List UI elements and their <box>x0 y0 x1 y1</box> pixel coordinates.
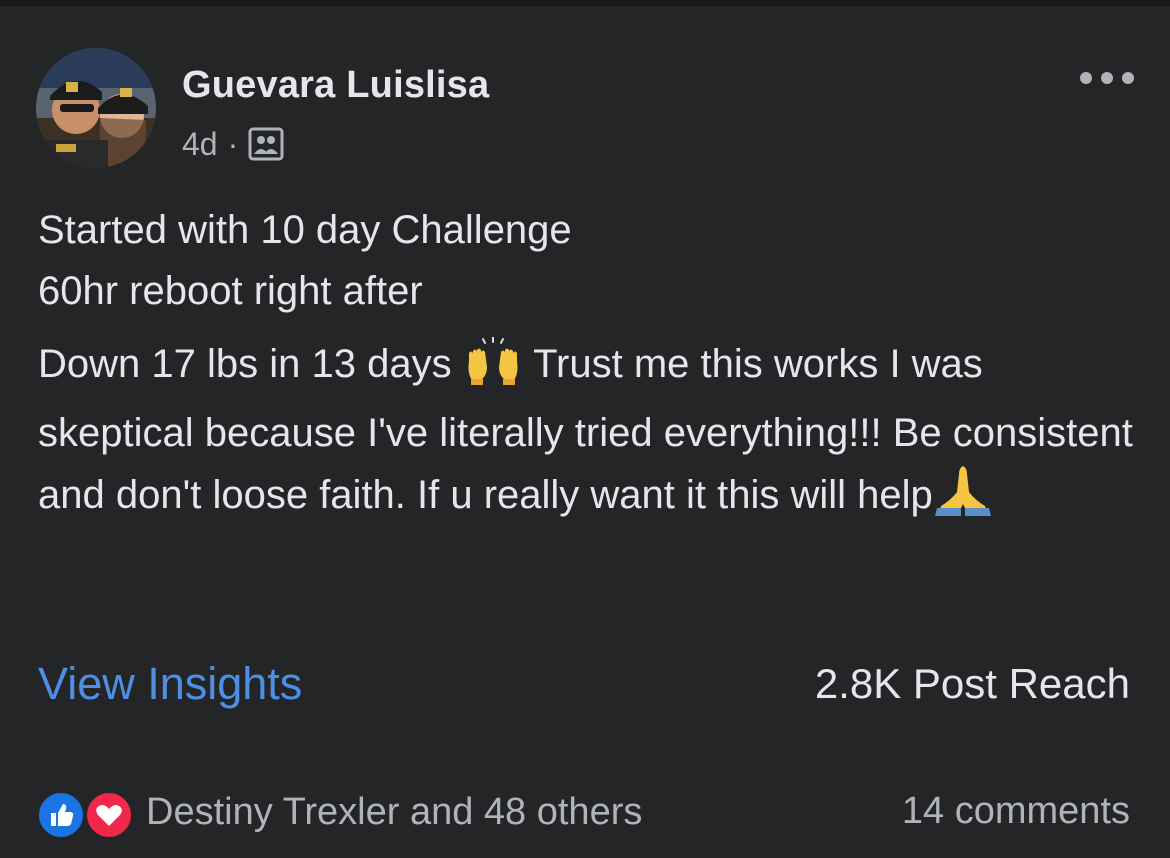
reactors-text: Destiny Trexler and 48 others <box>146 790 643 833</box>
post-line: 60hr reboot right after <box>38 269 423 313</box>
avatar[interactable] <box>36 48 156 168</box>
more-dot-icon <box>1122 72 1134 84</box>
love-icon <box>84 790 134 840</box>
more-options-button[interactable] <box>1080 60 1134 96</box>
view-insights-link[interactable]: View Insights <box>38 658 302 710</box>
like-icon <box>36 790 86 840</box>
post-paragraph: Down 17 lbs in 13 days Trust me this wor… <box>38 334 1138 534</box>
more-dot-icon <box>1080 72 1092 84</box>
post-text: Down 17 lbs in 13 days <box>38 342 452 386</box>
post-card: Guevara Luislisa 4d · Started with 10 da… <box>0 6 1170 858</box>
meta-separator: · <box>227 125 239 162</box>
group-audience-icon[interactable] <box>248 127 284 161</box>
post-timestamp[interactable]: 4d <box>182 126 218 163</box>
avatar-photo <box>36 48 156 168</box>
post-body: Started with 10 day Challenge 60hr reboo… <box>38 200 1138 534</box>
more-dot-icon <box>1101 72 1113 84</box>
raising-hands-emoji <box>463 336 523 403</box>
post-reach: 2.8K Post Reach <box>814 660 1130 707</box>
reactions-summary[interactable]: Destiny Trexler and 48 others <box>36 784 642 840</box>
post-meta: 4d · <box>182 124 284 164</box>
author-name[interactable]: Guevara Luislisa <box>182 64 489 107</box>
post-line: Started with 10 day Challenge <box>38 208 572 252</box>
comments-count-link[interactable]: 14 comments <box>902 790 1130 833</box>
reaction-icons <box>36 786 134 840</box>
folded-hands-emoji <box>933 464 993 534</box>
